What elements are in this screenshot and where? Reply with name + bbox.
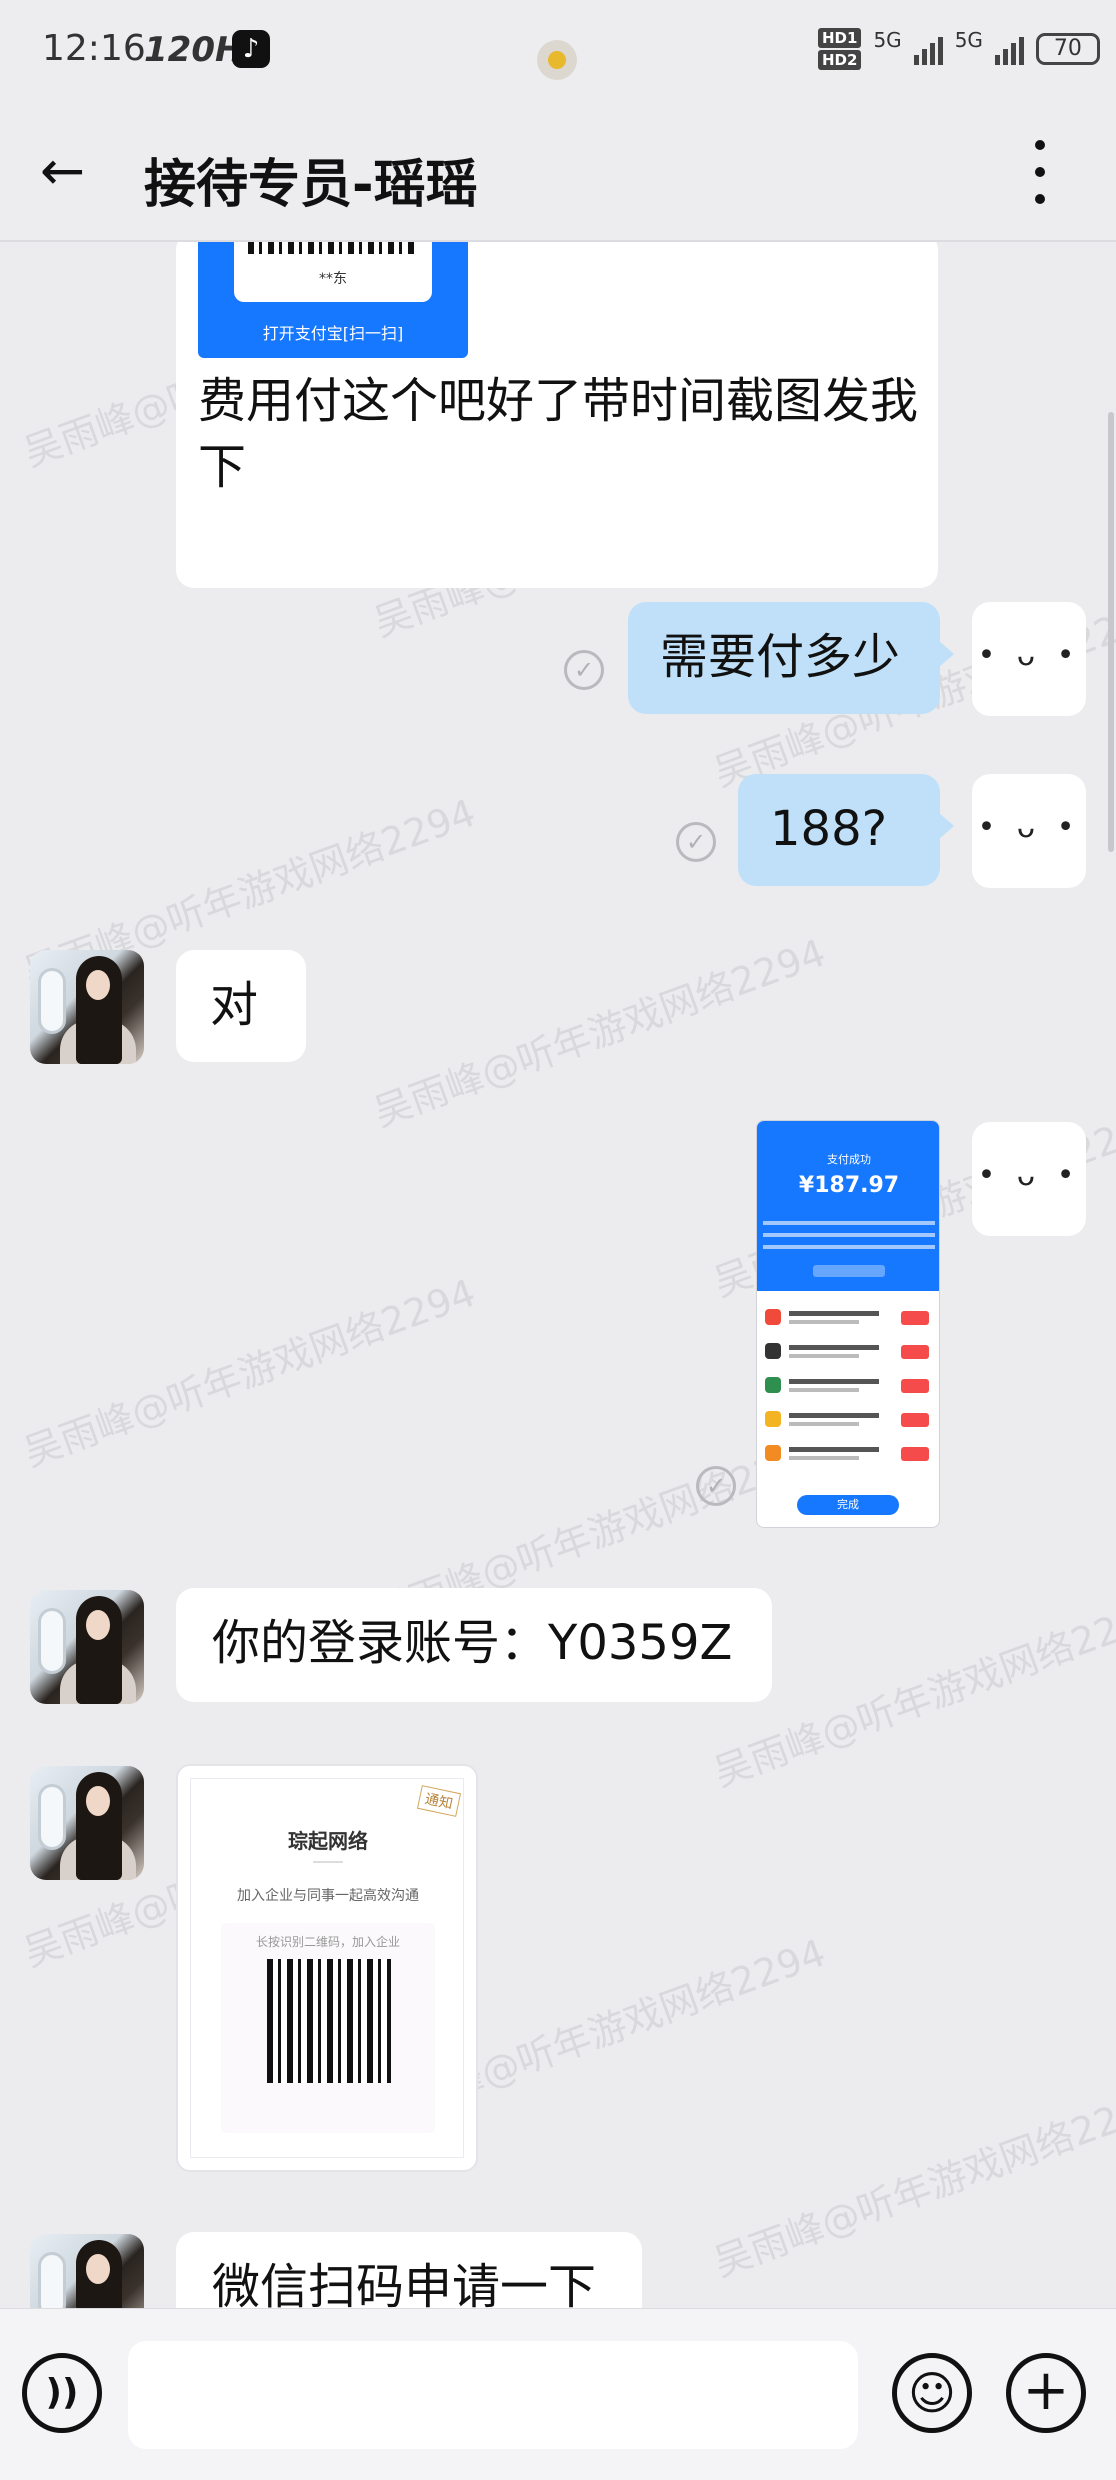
payment-screenshot-image[interactable]: 支付成功 ¥187.97 完成 [756,1120,940,1528]
notice-tag: 通知 [416,1785,462,1817]
message-list[interactable]: 吴雨峰@听年游戏网络2294 吴雨峰@听年游戏网络2294 吴雨峰@听年游戏网络… [0,242,1116,2308]
chat-title: 接待专员-瑶瑶 [144,155,478,215]
network-label-1: 5G [873,28,902,52]
plus-icon[interactable]: + [1006,2353,1086,2433]
card-title: 琮起网络 [288,1829,368,1853]
chat-header: ← 接待专员-瑶瑶 [0,100,1116,242]
watermark: 吴雨峰@听年游戏网络2294 [708,2080,1116,2285]
message-composer: )) ☺ + [0,2308,1116,2480]
hd-badge: HD1 HD2 [818,28,862,70]
enterprise-invite-card[interactable]: 通知 琮起网络 加入企业与同事一起高效沟通 长按识别二维码，加入企业 [176,1764,478,2172]
qr-caption: **东 [319,271,347,287]
payment-success-label: 支付成功 [827,1153,871,1166]
back-arrow-icon[interactable]: ← [40,144,85,198]
status-icons: HD1 HD2 5G 5G 70 [818,28,1100,70]
status-bar: 12:16 120Hz ♪ HD1 HD2 5G 5G 70 [0,0,1116,100]
alipay-qr-image[interactable]: **东 打开支付宝[扫一扫] [198,242,468,358]
signal-icon-2 [994,33,1024,65]
voice-input-icon[interactable]: )) [22,2353,102,2433]
network-label-2: 5G [954,28,983,52]
message-bubble-left[interactable]: 对 [176,950,306,1062]
read-receipt-icon: ✓ [676,822,716,862]
alipay-scan-hint: 打开支付宝[扫一扫] [262,324,404,343]
clock: 12:16 [42,28,146,69]
contact-avatar[interactable] [30,2234,144,2308]
watermark: 吴雨峰@听年游戏网络2294 [368,930,832,1135]
battery-icon: 70 [1035,33,1100,65]
read-receipt-icon: ✓ [696,1466,736,1506]
watermark: 吴雨峰@听年游戏网络2294 [18,1270,482,1475]
qr-code-icon [267,1959,391,2083]
brightness-icon [537,40,577,80]
message-text: 需要付多少 [660,629,901,685]
self-avatar[interactable]: • ᴗ • [972,1122,1086,1236]
self-avatar[interactable]: • ᴗ • [972,602,1086,716]
tiktok-icon: ♪ [232,30,270,68]
scrollbar[interactable] [1108,412,1114,852]
message-bubble-right[interactable]: 需要付多少 [628,602,954,714]
card-hint: 长按识别二维码，加入企业 [255,1935,400,1949]
message-text: 你的登录账号：Y0359Z [212,1615,733,1671]
message-bubble-left[interactable]: 微信扫码申请一下 [176,2232,642,2308]
contact-avatar[interactable] [30,1766,144,1880]
message-bubble-right[interactable]: 188? [738,774,954,886]
message-bubble-left[interactable]: **东 打开支付宝[扫一扫] 费用付这个吧好了带时间截图发我下 [176,242,938,588]
payment-done-button: 完成 [797,1495,899,1515]
payment-amount: ¥187.97 [798,1173,900,1198]
qr-code-icon [248,242,416,254]
signal-icon-1 [913,33,943,65]
message-text: 188? [770,801,888,857]
more-options-icon[interactable] [1030,140,1050,204]
message-bubble-left[interactable]: 你的登录账号：Y0359Z [176,1588,772,1702]
emoji-icon[interactable]: ☺ [892,2353,972,2433]
contact-avatar[interactable] [30,950,144,1064]
message-text: 微信扫码申请一下 [212,2259,597,2308]
message-input[interactable] [128,2341,858,2449]
read-receipt-icon: ✓ [564,650,604,690]
self-avatar[interactable]: • ᴗ • [972,774,1086,888]
contact-avatar[interactable] [30,1590,144,1704]
card-subtitle: 加入企业与同事一起高效沟通 [237,1888,419,1904]
message-text: 费用付这个吧好了带时间截图发我下 [198,373,919,495]
message-text: 对 [210,977,259,1033]
